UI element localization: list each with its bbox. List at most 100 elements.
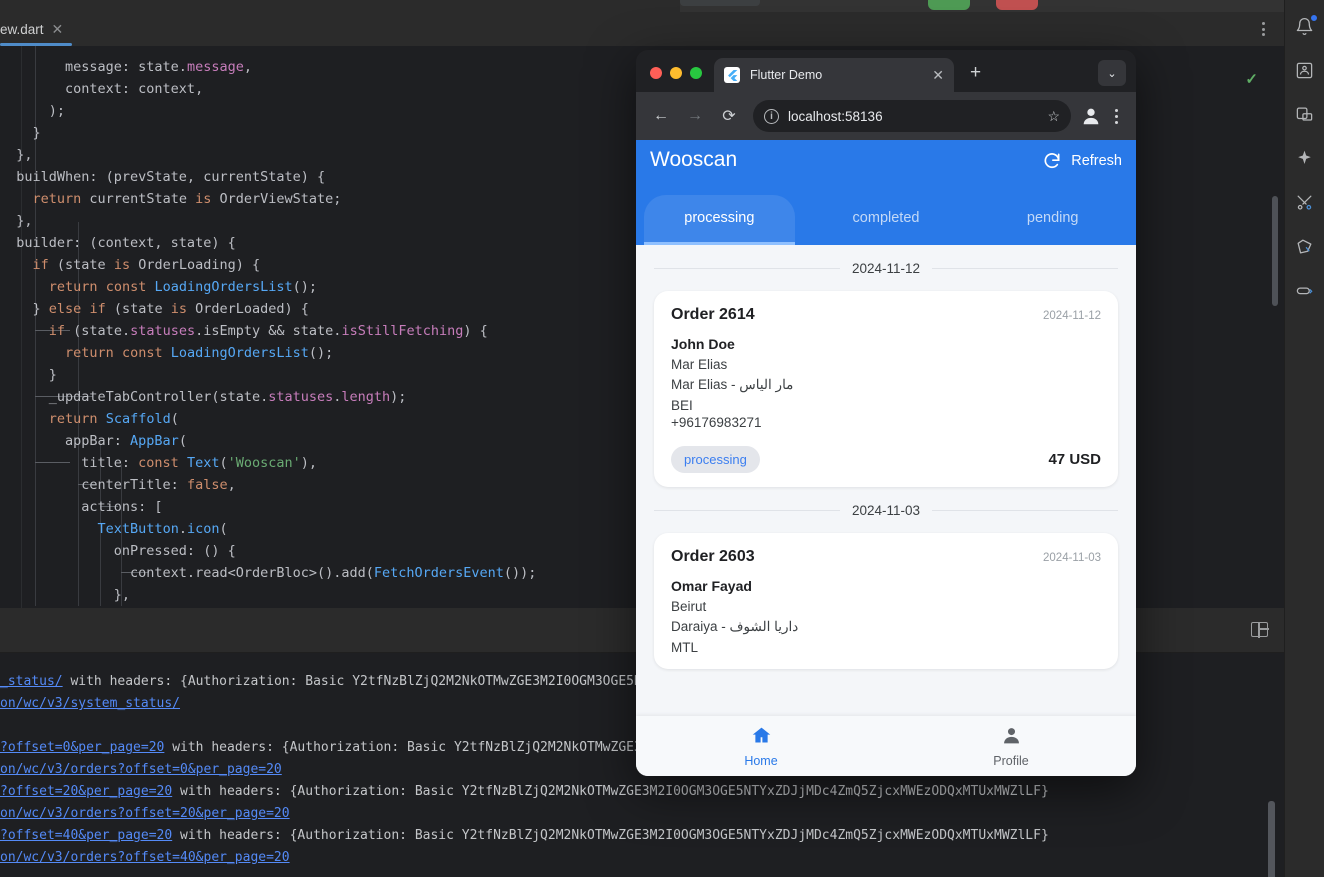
editor-tab-order-view[interactable]: ew.dart ✕ [0,12,73,46]
reload-button[interactable]: ⟳ [714,101,744,131]
order-date: 2024-11-03 [1043,552,1101,564]
console-link[interactable]: on/wc/v3/orders?offset=40&per_page=20 [0,850,290,865]
date-separator: 2024-11-03 [654,487,1118,533]
tab-completed[interactable]: completed [803,191,970,245]
status-badge: processing [671,446,760,473]
split-layout-icon[interactable] [1251,621,1269,638]
separator-line [932,509,1118,511]
bottom-nav-item-home[interactable]: Home [636,716,886,776]
order-card[interactable]: Order 2603 2024-11-03 Omar Fayad Beirut Dara… [654,533,1118,669]
console-line: ?offset=20&per_page=20 with headers: {Au… [0,784,1049,799]
order-address-line-2: Mar Elias - مار الياس [671,377,794,392]
tools-icon[interactable] [1293,190,1317,214]
back-button[interactable]: ← [646,101,676,131]
console-line: ?offset=40&per_page=20 with headers: {Au… [0,828,1049,843]
forward-button[interactable]: → [680,101,710,131]
separator-line [654,267,840,269]
separator-line [932,267,1118,269]
tab-label: processing [684,210,755,226]
customer-name: John Doe [671,336,735,352]
bottom-nav-label: Profile [993,753,1029,768]
console-scrollbar[interactable] [1268,801,1275,877]
console-link[interactable]: ?offset=40&per_page=20 [0,828,172,843]
separator-line [654,509,840,511]
refresh-icon [1042,151,1062,171]
notifications-bell-icon[interactable] [1293,14,1318,38]
profile-avatar-icon[interactable] [1080,105,1102,127]
chrome-browser-window: Flutter Demo ✕ + ⌄ ← → ⟳ i localhost:581… [636,50,1136,776]
order-phone: +96176983271 [671,415,762,430]
console-line: on/wc/v3/orders?offset=40&per_page=20 [0,847,1284,869]
minimize-window-button[interactable] [670,67,682,79]
browser-menu-icon[interactable] [1106,108,1126,124]
close-window-button[interactable] [650,67,662,79]
shape-tool-icon[interactable] [1293,234,1317,258]
flutter-logo-icon [724,67,740,83]
order-card[interactable]: Order 2614 2024-11-12 John Doe Mar Elias Mar… [654,291,1118,487]
orders-list[interactable]: 2024-11-12 Order 2614 2024-11-12 John Doe Ma… [636,245,1136,776]
console-link[interactable]: ?offset=0&per_page=20 [0,740,164,755]
browser-tabstrip: Flutter Demo ✕ + ⌄ [636,50,1136,92]
order-card-footer: processing 47 USD [671,446,1101,473]
browser-tab-title: Flutter Demo [750,68,823,82]
running-devices-icon[interactable] [1293,102,1317,126]
console-link[interactable]: on/wc/v3/system_status/ [0,696,180,711]
console-link[interactable]: _status/ [0,674,63,689]
order-address-line-1: Mar Elias [671,357,728,372]
inspection-ok-icon[interactable]: ✓ [1245,70,1258,88]
address-bar[interactable]: i localhost:58136 ☆ [753,100,1071,132]
link-tool-icon[interactable] [1293,278,1317,302]
console-link[interactable]: ?offset=20&per_page=20 [0,784,172,799]
browser-tab[interactable]: Flutter Demo ✕ [714,58,954,92]
new-tab-button[interactable]: + [970,63,981,82]
close-icon[interactable]: ✕ [932,68,944,82]
order-total: 47 USD [1048,451,1101,468]
device-manager-icon[interactable] [1293,58,1317,82]
person-icon [1001,725,1022,751]
more-options-icon[interactable] [1254,20,1272,38]
notification-badge-dot [1309,14,1318,22]
browser-toolbar: ← → ⟳ i localhost:58136 ☆ [636,92,1136,140]
date-separator-label: 2024-11-12 [851,260,921,276]
order-number: Order 2614 [671,306,755,323]
right-tool-rail [1284,0,1324,877]
order-address-line-2: Daraiya - داريا الشوف [671,619,799,634]
flutter-app: Wooscan Refresh processing completed pendi… [636,140,1136,776]
tab-pending[interactable]: pending [969,191,1136,245]
order-card-header: Order 2614 2024-11-12 [671,306,1101,324]
console-link[interactable]: on/wc/v3/orders?offset=0&per_page=20 [0,762,282,777]
run-button[interactable] [928,0,970,10]
refresh-label: Refresh [1071,153,1122,169]
order-date: 2024-11-12 [1043,310,1101,322]
order-city: MTL [671,640,698,655]
refresh-button[interactable]: Refresh [1042,151,1122,171]
toolbar-pill [680,0,760,6]
chevron-down-icon[interactable]: ⌄ [1098,60,1126,86]
bottom-nav-label: Home [744,753,778,768]
maximize-window-button[interactable] [690,67,702,79]
date-separator-label: 2024-11-03 [851,502,921,518]
editor-tabbar: ew.dart ✕ [0,12,1284,46]
stop-button[interactable] [996,0,1038,10]
console-link[interactable]: on/wc/v3/orders?offset=20&per_page=20 [0,806,290,821]
console-line: on/wc/v3/orders?offset=20&per_page=20 [0,803,1284,825]
status-tabs: processing completed pending [636,191,1136,245]
page-title: Wooscan [650,148,738,171]
ide-top-toolbar-strip [0,0,1324,12]
site-info-icon[interactable]: i [764,108,779,124]
home-icon [751,725,772,751]
ai-assistant-icon[interactable] [1293,146,1317,170]
order-city: BEI [671,398,693,413]
bottom-navigation: Home Profile [636,716,1136,776]
editor-scrollbar[interactable] [1272,196,1278,306]
tab-processing[interactable]: processing [636,191,803,245]
close-icon[interactable]: ✕ [52,22,64,36]
order-address-line-1: Beirut [671,599,707,614]
bookmark-star-icon[interactable]: ☆ [1047,108,1060,125]
tab-label: completed [852,210,920,226]
window-traffic-lights [636,67,702,92]
customer-name: Omar Fayad [671,578,752,594]
order-card-header: Order 2603 2024-11-03 [671,548,1101,566]
screen-root: ew.dart ✕ message: state.message, contex… [0,0,1324,877]
bottom-nav-item-profile[interactable]: Profile [886,716,1136,776]
